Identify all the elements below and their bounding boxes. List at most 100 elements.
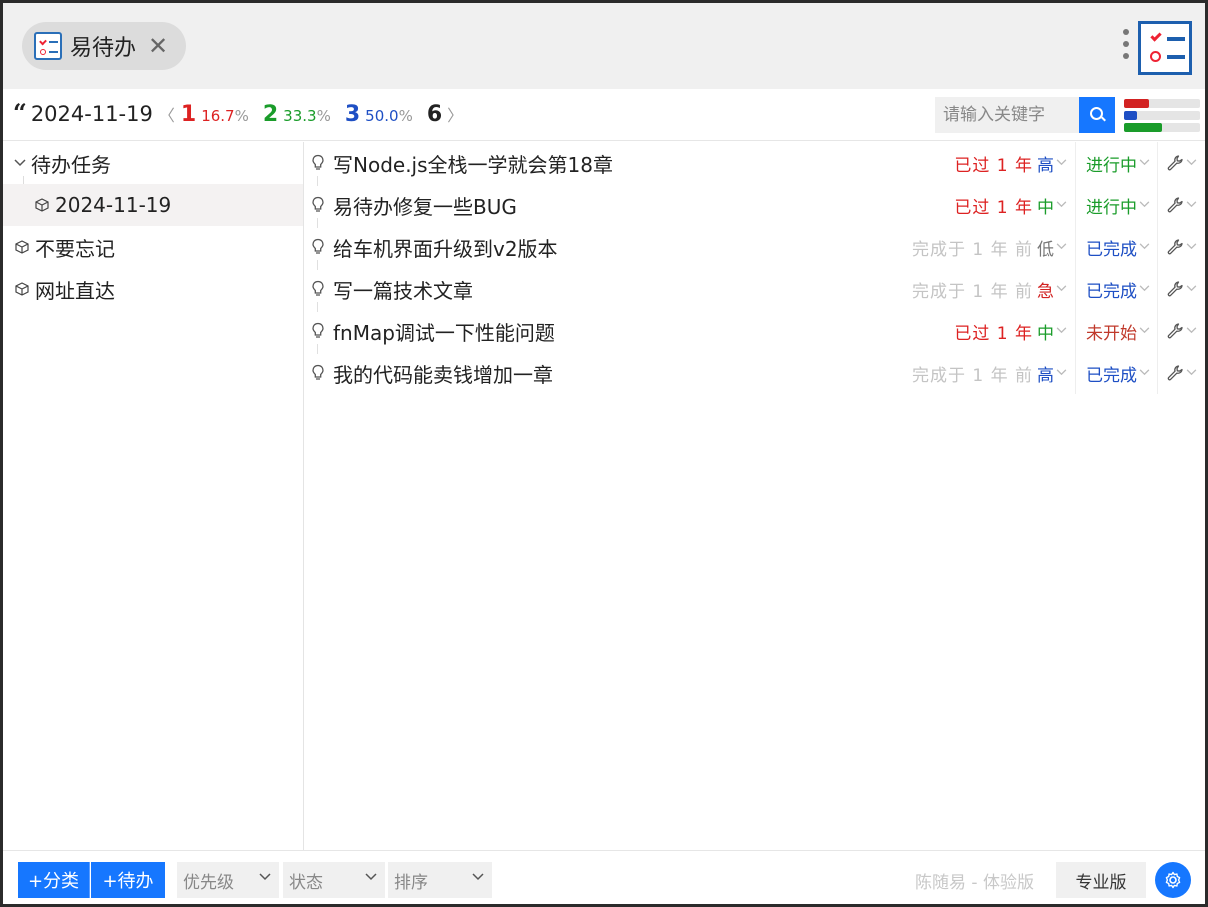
task-meta: 已过 1 年高 进行中 (903, 142, 1205, 184)
task-status-select[interactable]: 已完成 (1075, 352, 1157, 394)
status-select[interactable]: 状态 (283, 862, 385, 898)
sort-select[interactable]: 排序 (388, 862, 492, 898)
stat-total: 6 (426, 102, 443, 127)
chevron-down-icon (1139, 368, 1150, 379)
search-input[interactable] (935, 97, 1079, 133)
task-meta: 完成于 1 年 前急 已完成 (903, 268, 1205, 310)
chevron-down-icon (1139, 242, 1150, 253)
task-meta: 已过 1 年中 未开始 (903, 310, 1205, 352)
chevron-down-icon (1186, 158, 1197, 169)
task-status-select[interactable]: 已完成 (1075, 226, 1157, 268)
prev-date-button[interactable]: 〈 (159, 102, 175, 126)
add-category-button[interactable]: +分类 (18, 862, 90, 898)
task-priority-select[interactable]: 低 (1037, 235, 1075, 260)
search-button[interactable] (1079, 97, 1115, 133)
lightbulb-icon (312, 322, 324, 338)
task-title[interactable]: 易待办修复一些BUG (333, 191, 517, 220)
close-icon[interactable]: ✕ (148, 34, 168, 58)
task-row[interactable]: fnMap调试一下性能问题 已过 1 年中 未开始 (305, 310, 1205, 352)
priority-select[interactable]: 优先级 (177, 862, 279, 898)
chevron-down-icon[interactable] (9, 155, 31, 171)
task-status-select[interactable]: 已完成 (1075, 268, 1157, 310)
task-row[interactable]: 写一篇技术文章 完成于 1 年 前急 已完成 (305, 268, 1205, 310)
task-priority-select[interactable]: 高 (1037, 361, 1075, 386)
sidebar-item-dont-forget[interactable]: 不要忘记 (3, 226, 303, 268)
task-row[interactable]: 给车机界面升级到v2版本 完成于 1 年 前低 已完成 (305, 226, 1205, 268)
wrench-icon (1167, 323, 1183, 339)
chevron-down-icon (1056, 158, 1067, 169)
task-priority-select[interactable]: 急 (1037, 277, 1075, 302)
pro-version-button[interactable]: 专业版 (1056, 862, 1146, 898)
sidebar-item-label: 待办任务 (31, 152, 111, 177)
task-row[interactable]: 我的代码能卖钱增加一章 完成于 1 年 前高 已完成 (305, 352, 1205, 394)
title-bar: 易待办 ✕ (3, 3, 1205, 89)
chevron-down-icon (472, 870, 484, 885)
wrench-icon (1167, 239, 1183, 255)
chevron-down-icon (1139, 158, 1150, 169)
app-logo-icon (1138, 21, 1192, 75)
gear-icon (1165, 871, 1181, 889)
cube-icon (15, 282, 29, 296)
task-priority-select[interactable]: 中 (1037, 193, 1075, 218)
task-tools-menu[interactable] (1157, 184, 1205, 226)
sidebar-item-date[interactable]: 2024-11-19 (3, 184, 303, 226)
task-priority: 高 (1037, 155, 1054, 176)
app-tab[interactable]: 易待办 ✕ (22, 22, 186, 70)
task-priority: 急 (1037, 281, 1054, 302)
task-list: 写Node.js全栈一学就会第18章 已过 1 年高进行中 易待办修复一些BUG 已过… (305, 142, 1205, 850)
stat-percent-urgent: 16.7% (201, 107, 249, 125)
task-tools-menu[interactable] (1157, 352, 1205, 394)
lightbulb-icon (312, 154, 324, 170)
task-title[interactable]: 写Node.js全栈一学就会第18章 (333, 149, 613, 178)
task-priority-select[interactable]: 中 (1037, 319, 1075, 344)
progress-bar-done (1124, 111, 1200, 120)
task-title[interactable]: 写一篇技术文章 (333, 275, 473, 304)
task-due: 完成于 1 年 前 (911, 239, 1033, 260)
progress-fill (1124, 123, 1162, 132)
progress-bar-urgent (1124, 99, 1200, 108)
chevron-down-icon (1139, 200, 1150, 211)
task-priority: 高 (1037, 365, 1054, 386)
chevron-down-icon (1139, 326, 1150, 337)
lightbulb-icon (312, 280, 324, 296)
chevron-down-icon (1056, 326, 1067, 337)
status-select-label: 状态 (289, 872, 323, 893)
chevron-down-icon (1056, 242, 1067, 253)
chevron-down-icon (1056, 284, 1067, 295)
sidebar-item-url-direct[interactable]: 网址直达 (3, 268, 303, 310)
task-tools-menu[interactable] (1157, 268, 1205, 310)
app-window: 易待办 ✕ “ 2024-11-19 〈 1 16.7% 2 33.3% 3 5… (0, 0, 1208, 907)
footer-toolbar: +分类 +待办 优先级 状态 排序 陈随易 - 体验版 专业版 (3, 850, 1205, 904)
task-tools-menu[interactable] (1157, 310, 1205, 352)
more-menu-icon[interactable] (1122, 29, 1130, 65)
task-tools-menu[interactable] (1157, 142, 1205, 184)
task-priority-select[interactable]: 高 (1037, 151, 1075, 176)
task-status: 已完成 (1086, 239, 1137, 260)
task-due: 已过 1 年 (954, 323, 1033, 344)
chevron-down-icon (1186, 242, 1197, 253)
chevron-down-icon (1056, 368, 1067, 379)
sidebar-item-label: 不要忘记 (35, 236, 115, 261)
task-due: 已过 1 年 (954, 155, 1033, 176)
task-status-select[interactable]: 进行中 (1075, 184, 1157, 226)
task-tools-menu[interactable] (1157, 226, 1205, 268)
next-date-button[interactable]: 〉 (447, 102, 463, 126)
cube-icon (35, 198, 49, 212)
settings-button[interactable] (1155, 862, 1191, 898)
sidebar-item-todo-tasks[interactable]: 待办任务 (3, 142, 303, 184)
lightbulb-icon (312, 238, 324, 254)
todo-list-icon (34, 32, 62, 60)
task-status-select[interactable]: 进行中 (1075, 142, 1157, 184)
task-row[interactable]: 写Node.js全栈一学就会第18章 已过 1 年高 进行中 (305, 142, 1205, 184)
task-status-select[interactable]: 未开始 (1075, 310, 1157, 352)
progress-bars (1124, 98, 1200, 132)
task-row[interactable]: 易待办修复一些BUG 已过 1 年中 进行中 (305, 184, 1205, 226)
task-status: 进行中 (1086, 197, 1137, 218)
chevron-down-icon (1186, 200, 1197, 211)
task-title[interactable]: fnMap调试一下性能问题 (333, 317, 555, 346)
task-title[interactable]: 给车机界面升级到v2版本 (333, 233, 558, 262)
cube-icon (15, 240, 29, 254)
search-box (935, 97, 1115, 133)
add-todo-button[interactable]: +待办 (91, 862, 165, 898)
task-title[interactable]: 我的代码能卖钱增加一章 (333, 359, 553, 388)
